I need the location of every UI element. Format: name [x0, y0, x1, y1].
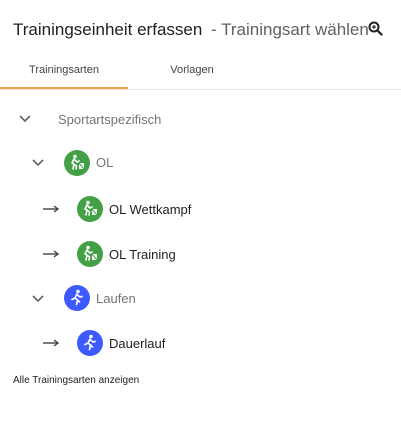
page-title: Trainingseinheit erfassen - Trainingsart…: [13, 20, 369, 40]
arrow-right-icon: [43, 205, 60, 213]
tree-leaf-dauerlauf[interactable]: Dauerlauf: [0, 328, 401, 358]
chevron-down-icon[interactable]: [31, 292, 45, 306]
chevron-down-icon[interactable]: [18, 112, 32, 126]
search-icon: [368, 21, 383, 36]
page-subtitle: - Trainingsart wählen: [211, 20, 369, 39]
tree-node-sportartspezifisch[interactable]: Sportartspezifisch: [0, 104, 401, 134]
running-icon: [77, 330, 103, 356]
tree-node-label: Laufen: [96, 291, 136, 306]
arrow-right-icon: [43, 250, 60, 258]
tree-leaf-label: Dauerlauf: [109, 336, 166, 351]
tab-trainingsarten-label: Trainingsarten: [29, 64, 99, 76]
tree-node-label: OL: [96, 155, 114, 170]
show-all-trainingsarten-link[interactable]: Alle Trainingsarten anzeigen: [13, 375, 139, 386]
tree-leaf-label: OL Training: [109, 247, 176, 262]
tree-leaf-ol-training[interactable]: OL Training: [0, 239, 401, 269]
chevron-down-icon[interactable]: [31, 156, 45, 170]
page-title-main: Trainingseinheit erfassen: [13, 20, 203, 39]
search-button[interactable]: [366, 19, 386, 39]
tree-node-label: Sportartspezifisch: [58, 112, 162, 127]
tab-bar: Trainingsarten Vorlagen: [0, 58, 401, 90]
running-icon: [64, 285, 90, 311]
tab-trainingsarten[interactable]: Trainingsarten: [0, 58, 128, 89]
orienteering-icon: [77, 241, 103, 267]
tree-node-laufen[interactable]: Laufen: [0, 283, 401, 313]
tab-vorlagen[interactable]: Vorlagen: [128, 58, 256, 87]
orienteering-icon: [77, 196, 103, 222]
tree-leaf-ol-wettkampf[interactable]: OL Wettkampf: [0, 194, 401, 224]
tree-leaf-label: OL Wettkampf: [109, 202, 192, 217]
arrow-right-icon: [43, 339, 60, 347]
tree-node-ol[interactable]: OL: [0, 147, 401, 177]
tab-vorlagen-label: Vorlagen: [170, 64, 214, 76]
orienteering-icon: [64, 150, 90, 176]
app-header: Trainingseinheit erfassen - Trainingsart…: [0, 0, 401, 58]
